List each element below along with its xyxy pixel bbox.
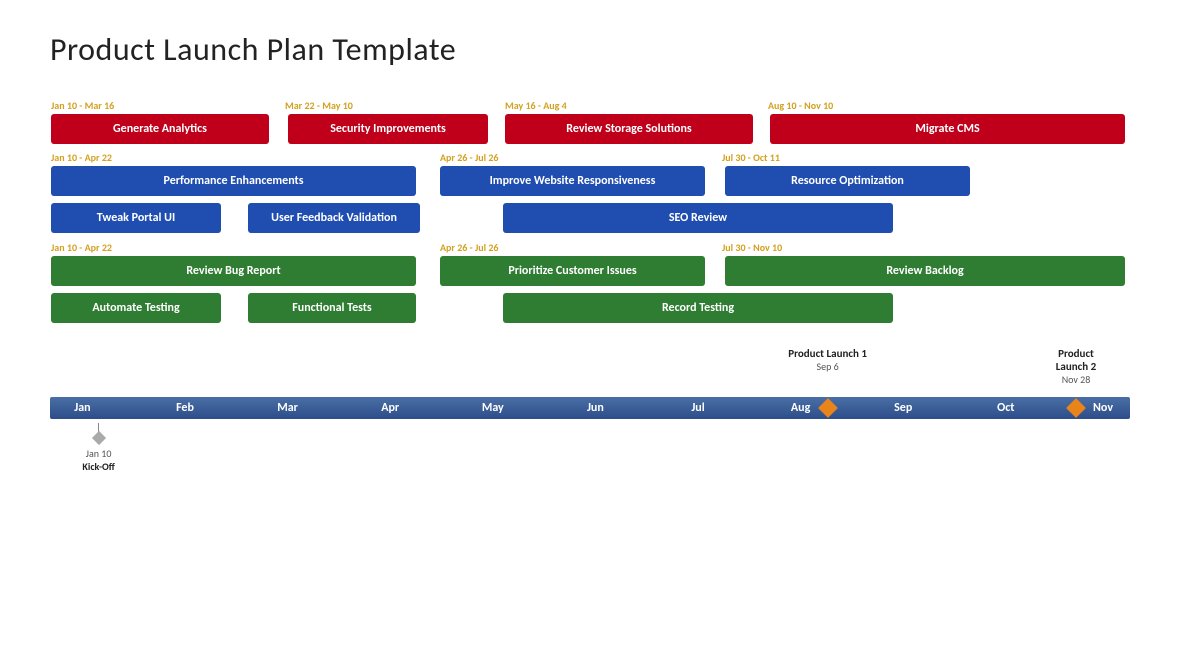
month-jul: Jul bbox=[691, 401, 704, 415]
bar-user-feedback: User Feedback Validation bbox=[248, 203, 420, 233]
bars-row-1: Generate Analytics Security Improvements… bbox=[50, 114, 1130, 148]
date-label-r2-1: Jan 10 - Apr 22 bbox=[51, 151, 112, 164]
milestone-2-diamond bbox=[1066, 398, 1086, 418]
date-label-r3-3: Jul 30 - Nov 10 bbox=[722, 241, 782, 254]
bar-security-improvements: Security Improvements bbox=[288, 114, 488, 144]
milestone-1-date: Sep 6 bbox=[788, 360, 867, 373]
bar-review-storage: Review Storage Solutions bbox=[505, 114, 753, 144]
bars-row-2: Performance Enhancements Improve Website… bbox=[50, 166, 1130, 200]
milestone-1-label-group: Product Launch 1 Sep 6 bbox=[788, 347, 867, 373]
date-label-r2-3: Jul 30 - Oct 11 bbox=[722, 151, 780, 164]
date-label-r2-2: Apr 26 - Jul 26 bbox=[440, 151, 499, 164]
kickoff-diamond bbox=[92, 431, 106, 445]
milestone-2-date: Nov 28 bbox=[1049, 373, 1103, 386]
month-apr: Apr bbox=[381, 401, 399, 415]
date-label-r1-2: Mar 22 - May 10 bbox=[285, 99, 353, 112]
bars-row-2b: Tweak Portal UI User Feedback Validation… bbox=[50, 203, 1130, 237]
page-container: Product Launch Plan Template Jan 10 - Ma… bbox=[0, 0, 1180, 665]
below-timeline: Jan 10 Kick-Off bbox=[50, 423, 1130, 463]
month-may: May bbox=[482, 401, 504, 415]
date-row-3: Jan 10 - Apr 22 Apr 26 - Jul 26 Jul 30 -… bbox=[50, 241, 1130, 255]
milestone-2-title: Product Launch 2 bbox=[1049, 347, 1103, 373]
kickoff-marker: Jan 10 Kick-Off bbox=[82, 423, 114, 473]
bar-prioritize-customer: Prioritize Customer Issues bbox=[440, 256, 705, 286]
month-mar: Mar bbox=[277, 401, 298, 415]
month-nov: Nov bbox=[1093, 401, 1113, 415]
kickoff-label: Kick-Off bbox=[82, 460, 114, 473]
milestone-1-diamond bbox=[818, 398, 838, 418]
month-feb: Feb bbox=[176, 401, 194, 415]
milestone-1-title: Product Launch 1 bbox=[788, 347, 867, 360]
timeline-section: Product Launch 1 Sep 6 Product Launch 2 … bbox=[50, 347, 1130, 463]
kickoff-date: Jan 10 bbox=[86, 447, 112, 460]
bar-record-testing: Record Testing bbox=[503, 293, 893, 323]
bar-improve-responsiveness: Improve Website Responsiveness bbox=[440, 166, 705, 196]
date-label-r1-4: Aug 10 - Nov 10 bbox=[768, 99, 833, 112]
timeline-bar: Jan Feb Mar Apr May Jun Jul Aug Sep Oct … bbox=[50, 397, 1130, 419]
bar-resource-optimization: Resource Optimization bbox=[725, 166, 970, 196]
timeline-bar-container: Jan Feb Mar Apr May Jun Jul Aug Sep Oct … bbox=[50, 397, 1130, 419]
milestone-labels-area: Product Launch 1 Sep 6 Product Launch 2 … bbox=[50, 347, 1130, 397]
month-aug: Aug bbox=[791, 401, 810, 415]
bar-performance-enhancements: Performance Enhancements bbox=[51, 166, 416, 196]
bar-tweak-portal: Tweak Portal UI bbox=[51, 203, 221, 233]
milestone-1-diamond-container bbox=[821, 401, 835, 415]
date-label-r3-1: Jan 10 - Apr 22 bbox=[51, 241, 112, 254]
bar-functional-tests: Functional Tests bbox=[248, 293, 416, 323]
milestone-2-label-group: Product Launch 2 Nov 28 bbox=[1049, 347, 1103, 386]
month-jun: Jun bbox=[587, 401, 604, 415]
bar-automate-testing: Automate Testing bbox=[51, 293, 221, 323]
month-jan: Jan bbox=[74, 401, 90, 415]
page-title: Product Launch Plan Template bbox=[50, 30, 1130, 69]
date-label-r1-3: May 16 - Aug 4 bbox=[505, 99, 567, 112]
milestone-2-diamond-container bbox=[1069, 401, 1083, 415]
bars-row-3: Review Bug Report Prioritize Customer Is… bbox=[50, 256, 1130, 290]
date-row-1: Jan 10 - Mar 16 Mar 22 - May 10 May 16 -… bbox=[50, 99, 1130, 113]
date-row-2: Jan 10 - Apr 22 Apr 26 - Jul 26 Jul 30 -… bbox=[50, 151, 1130, 165]
month-sep: Sep bbox=[894, 401, 912, 415]
bar-seo-review: SEO Review bbox=[503, 203, 893, 233]
gantt-area: Jan 10 - Mar 16 Mar 22 - May 10 May 16 -… bbox=[50, 99, 1130, 327]
date-label-r1-1: Jan 10 - Mar 16 bbox=[51, 99, 114, 112]
bar-migrate-cms: Migrate CMS bbox=[770, 114, 1125, 144]
bars-row-3b: Automate Testing Functional Tests Record… bbox=[50, 293, 1130, 327]
date-label-r3-2: Apr 26 - Jul 26 bbox=[440, 241, 499, 254]
bar-review-backlog: Review Backlog bbox=[725, 256, 1125, 286]
bar-generate-analytics: Generate Analytics bbox=[51, 114, 269, 144]
month-oct: Oct bbox=[997, 401, 1014, 415]
bar-review-bug-report: Review Bug Report bbox=[51, 256, 416, 286]
